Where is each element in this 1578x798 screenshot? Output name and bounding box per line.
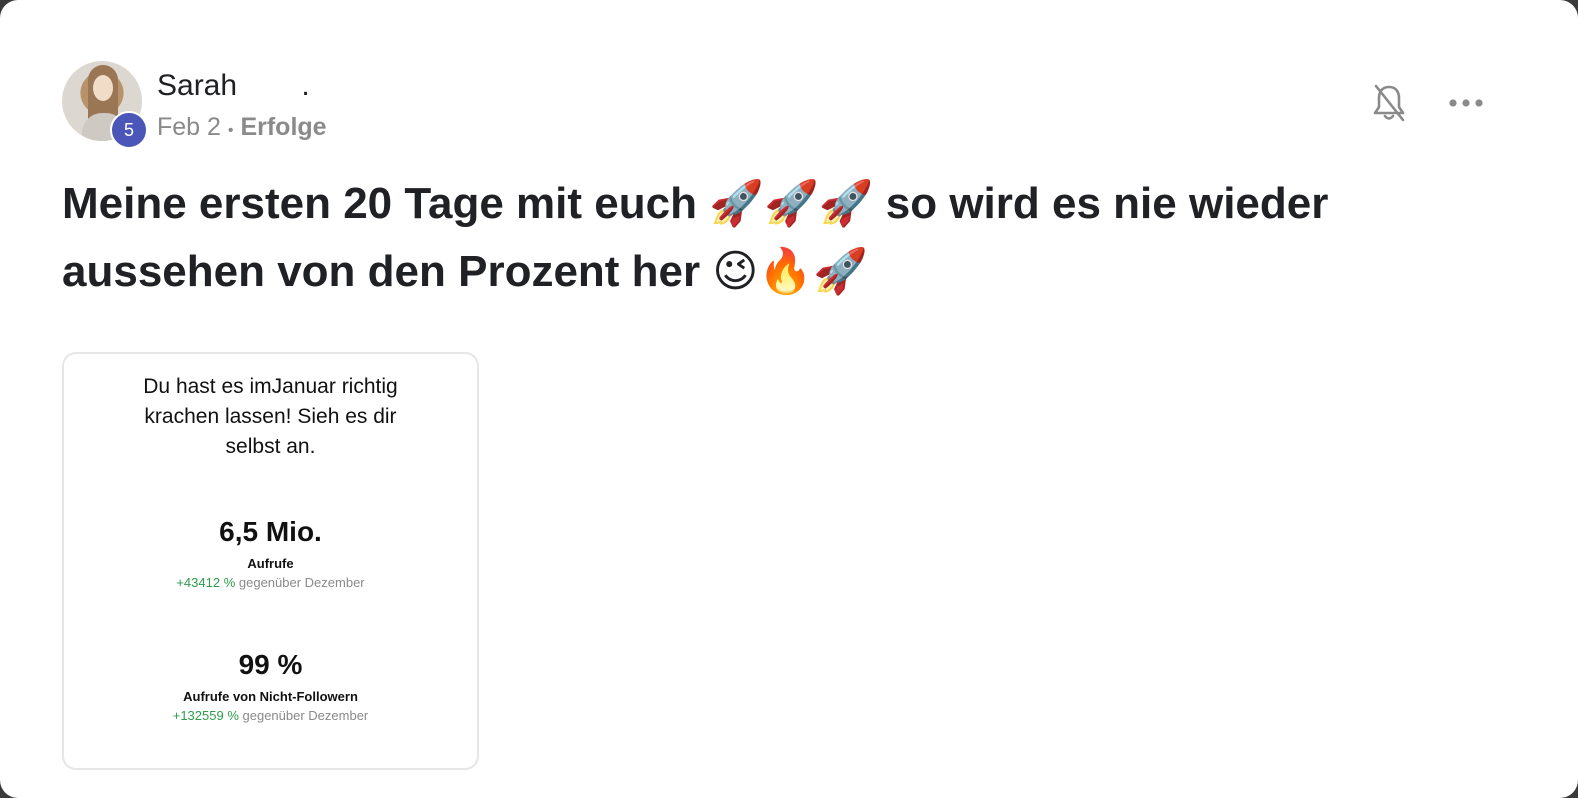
stat-views: 6,5 Mio. Aufrufe +43412 % gegenüber Deze… [64,516,477,590]
stat-label: Aufrufe [247,556,294,571]
stat-comparison: +132559 % gegenüber Dezember [64,708,477,723]
stat-compare-text: gegenüber Dezember [242,708,369,723]
stat-value: 6,5 Mio. [219,516,322,547]
more-options-button[interactable] [1446,91,1486,115]
notification-toggle-button[interactable] [1369,81,1409,125]
stat-change: +132559 % [172,708,239,723]
post-date: Feb 2 [157,113,221,141]
image-attachment[interactable]: Du hast es imJanuar richtig krachen lass… [62,352,479,770]
stat-non-follower-views: 99 % Aufrufe von Nicht-Followern +132559… [64,649,477,723]
stat-value: 99 % [238,649,303,680]
avatar-face [93,75,113,101]
bell-off-icon [1373,84,1405,122]
stat-change: +43412 % [176,575,236,590]
attachment-heading: Du hast es imJanuar richtig krachen lass… [143,375,398,458]
more-horizontal-icon [1449,99,1483,107]
author-first-name: Sarah [157,69,238,102]
level-badge: 5 [110,111,148,149]
post-meta: Feb 2 • Erfolge [157,113,327,142]
stat-label: Aufrufe von Nicht-Followern [183,689,358,704]
meta-separator: • [227,122,234,139]
post-card: 5 Sarah . Feb 2 • Erfolge Meine ersten 2… [0,0,1578,798]
post-title[interactable]: Meine ersten 20 Tage mit euch 🚀🚀🚀 so wir… [62,170,1532,306]
author-suffix: . [301,69,310,102]
post-category[interactable]: Erfolge [240,113,326,141]
stat-compare-text: gegenüber Dezember [238,575,365,590]
author-name[interactable]: Sarah . [157,69,310,103]
post-header: 5 Sarah . Feb 2 • Erfolge [62,61,1502,149]
stat-comparison: +43412 % gegenüber Dezember [64,575,477,590]
